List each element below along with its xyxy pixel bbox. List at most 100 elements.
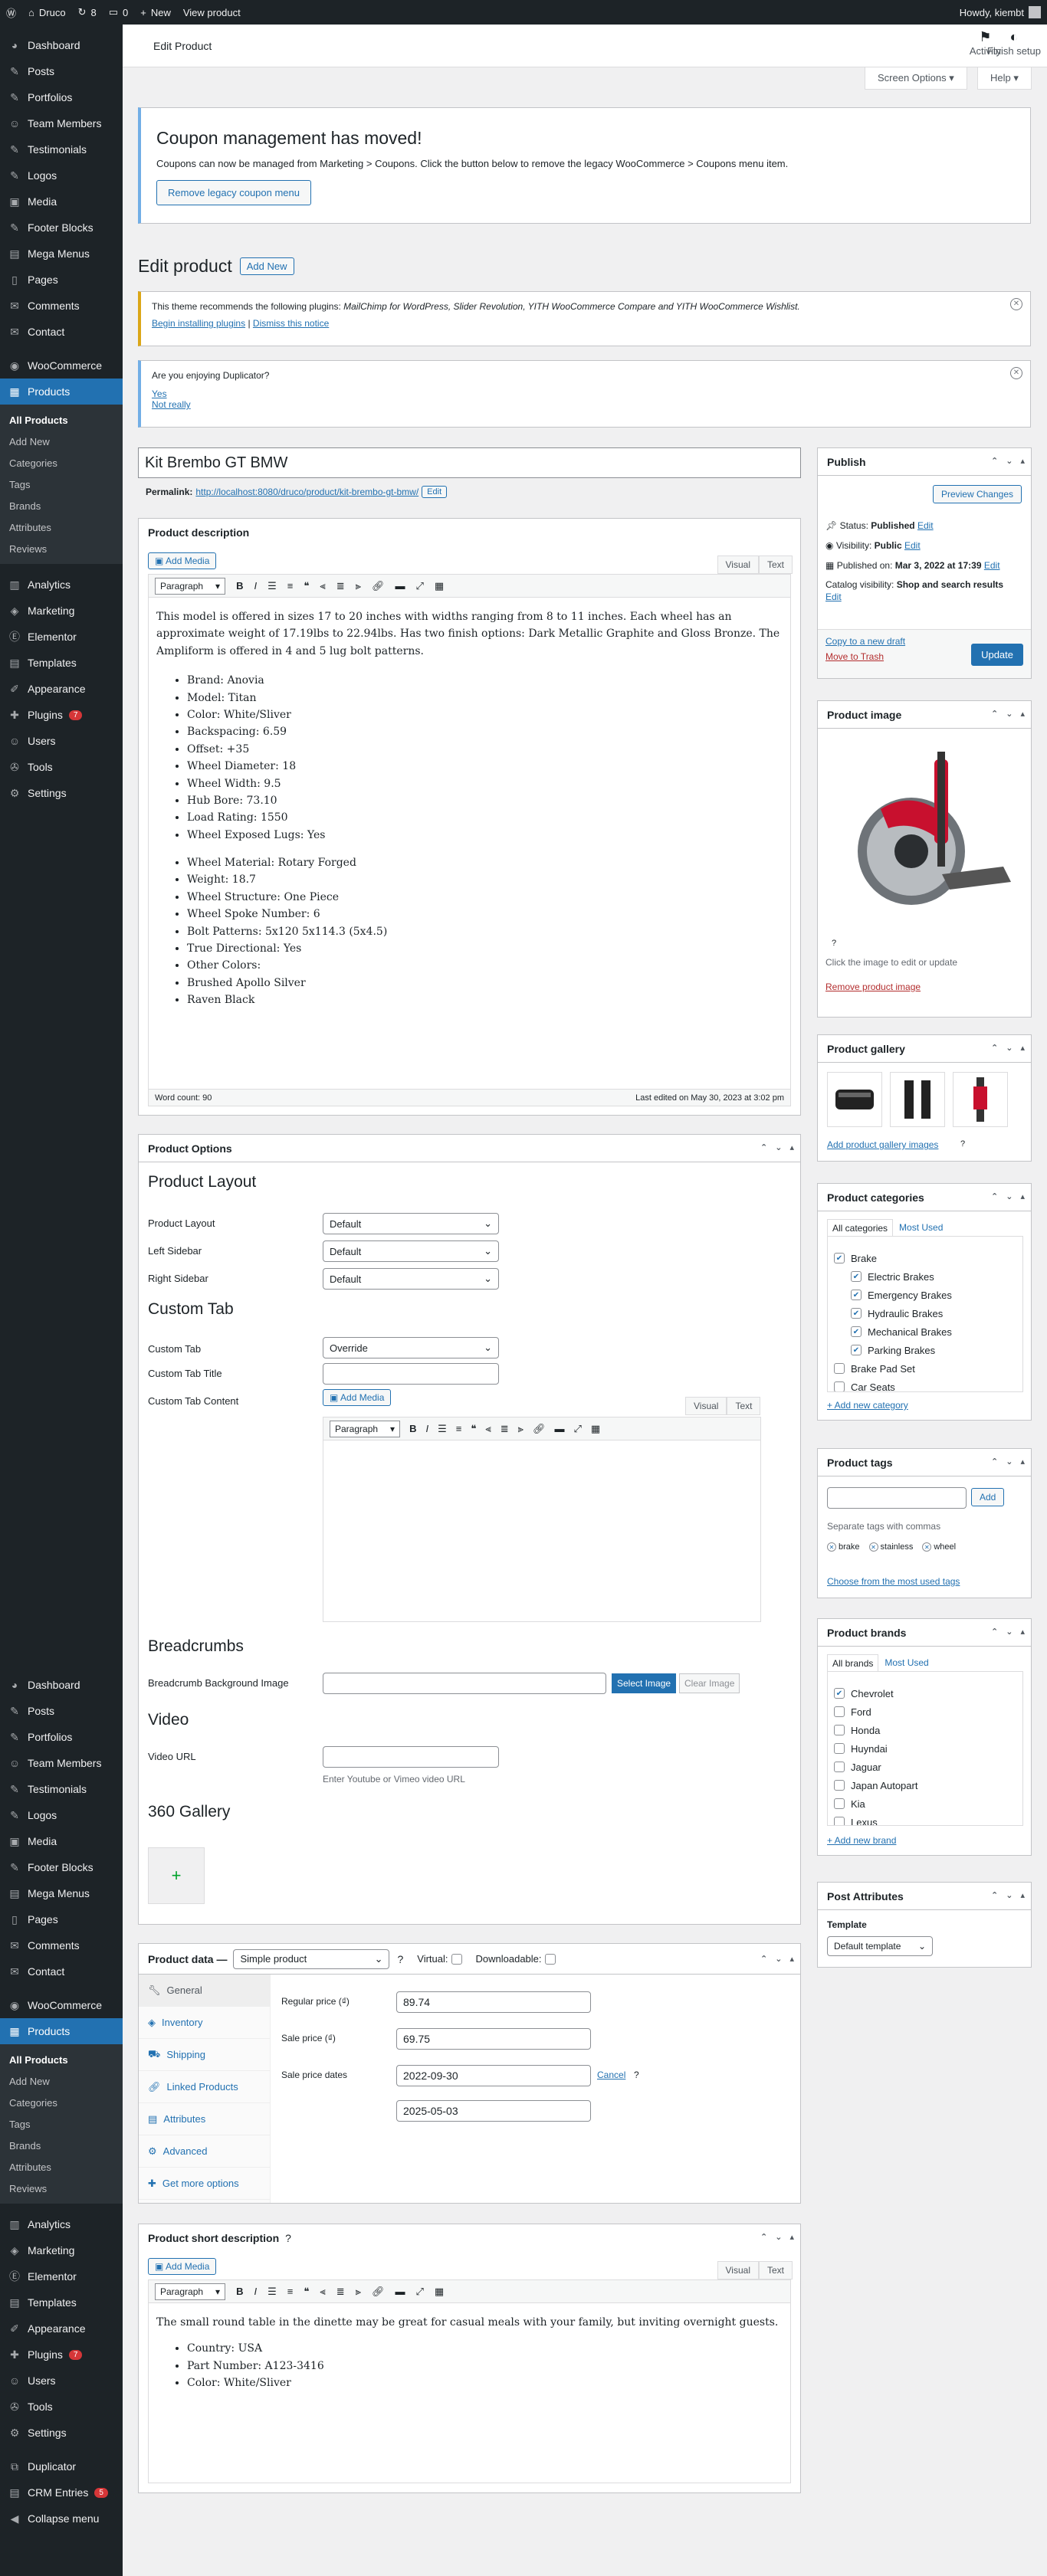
add-gallery-images-link[interactable]: Add product gallery images [827, 1139, 938, 1150]
menu-item-contact[interactable]: ✉ Contact [0, 319, 123, 345]
move-up-icon[interactable]: ⌃ [991, 1191, 998, 1201]
edit-catalog-link[interactable]: Edit [825, 592, 842, 602]
move-up-icon[interactable]: ⌃ [991, 456, 998, 466]
menu-item-templates[interactable]: ▤ Templates [0, 650, 123, 676]
submenu-item-reviews[interactable]: Reviews [0, 538, 123, 559]
read-more-icon[interactable]: ▬ [554, 1423, 564, 1434]
submenu-item-brands[interactable]: Brands [0, 2135, 123, 2156]
brand-checkbox[interactable]: ✔ [834, 1688, 845, 1699]
right-sidebar-select[interactable]: Default ⌄ [323, 1268, 499, 1290]
begin-installing-link[interactable]: Begin installing plugins [152, 318, 245, 329]
move-down-icon[interactable]: ⌄ [1006, 1191, 1013, 1201]
gallery-image[interactable] [953, 1072, 1008, 1127]
account-menu[interactable]: Howdy, kiembt [960, 6, 1041, 18]
submenu-item-all-products[interactable]: All Products [0, 2049, 123, 2070]
sale-from-input[interactable]: 2022-09-30 [396, 2065, 591, 2086]
brand-item[interactable]: Huyndai [834, 1739, 1016, 1758]
move-up-icon[interactable]: ⌃ [760, 1954, 767, 1964]
menu-item-contact[interactable]: ✉ Contact [0, 1958, 123, 1984]
menu-item-team-members[interactable]: ☺ Team Members [0, 1750, 123, 1776]
move-down-icon[interactable]: ⌄ [775, 1954, 782, 1964]
add-tag-button[interactable]: Add [971, 1488, 1005, 1506]
menu-item-team-members[interactable]: ☺ Team Members [0, 110, 123, 136]
permalink-edit-button[interactable]: Edit [422, 486, 448, 498]
number-list-icon[interactable]: ≡ [456, 1423, 462, 1434]
move-up-icon[interactable]: ⌃ [760, 1142, 767, 1152]
bold-icon[interactable]: B [409, 1423, 416, 1434]
menu-item-analytics[interactable]: ▥ Analytics [0, 572, 123, 598]
menu-item-mega-menus[interactable]: ▤ Mega Menus [0, 241, 123, 267]
brand-checkbox[interactable] [834, 1762, 845, 1772]
brand-item[interactable]: ✔ Chevrolet [834, 1684, 1016, 1703]
menu-item-tools[interactable]: ✇ Tools [0, 754, 123, 780]
gallery-image[interactable] [890, 1072, 945, 1127]
remove-tag-icon[interactable]: ✕ [827, 1542, 836, 1552]
updates-link[interactable]: ↻ 8 [78, 6, 97, 18]
virtual-checkbox[interactable] [451, 1953, 462, 1965]
menu-item-testimonials[interactable]: ✎ Testimonials [0, 1776, 123, 1802]
submenu-item-attributes[interactable]: Attributes [0, 2156, 123, 2178]
menu-item-templates[interactable]: ▤ Templates [0, 2289, 123, 2315]
align-left-icon[interactable]: ⫷ [320, 2286, 325, 2298]
submenu-item-brands[interactable]: Brands [0, 495, 123, 516]
move-up-icon[interactable]: ⌃ [991, 1043, 998, 1053]
remove-image-link[interactable]: Remove product image [825, 982, 921, 992]
site-name-link[interactable]: ⌂ Druco [28, 7, 66, 18]
menu-item-elementor[interactable]: Ⓔ Elementor [0, 2263, 123, 2289]
menu-item-woocommerce[interactable]: ◉ WooCommerce [0, 1992, 123, 2018]
link-icon[interactable]: 🔗︎ [372, 580, 385, 592]
comments-link[interactable]: ▭ 0 [109, 6, 129, 18]
category-checkbox[interactable]: ✔ [851, 1271, 862, 1282]
sale-price-input[interactable]: 69.75 [396, 2028, 591, 2050]
collapse-icon[interactable]: ▴ [789, 1142, 794, 1152]
help-button[interactable]: Help ▾ [977, 67, 1032, 90]
fullscreen-icon[interactable]: ⤢ [573, 1423, 581, 1435]
add-media-button[interactable]: ▣ Custom Tab ContentAdd Media [323, 1389, 392, 1406]
tab-get-more-options[interactable]: ✚ Get more options [139, 2168, 270, 2200]
remove-tag-icon[interactable]: ✕ [922, 1542, 932, 1552]
view-product-link[interactable]: View product [183, 7, 241, 18]
quote-icon[interactable]: ❝ [304, 580, 309, 592]
read-more-icon[interactable]: ▬ [395, 2286, 405, 2297]
tab-visual[interactable]: Visual [717, 556, 759, 574]
regular-price-input[interactable]: 89.74 [396, 1991, 591, 2013]
submenu-item-add-new[interactable]: Add New [0, 2070, 123, 2092]
italic-icon[interactable]: I [254, 580, 257, 592]
remove-coupon-menu-button[interactable]: Remove legacy coupon menu [156, 180, 311, 205]
product-layout-select[interactable]: Default ⌄ [323, 1213, 499, 1234]
not-really-link[interactable]: Not really [152, 399, 191, 410]
menu-item-products[interactable]: ▦ Products [0, 379, 123, 405]
move-up-icon[interactable]: ⌃ [760, 2232, 767, 2242]
category-item[interactable]: ✔ Parking Brakes [834, 1341, 1016, 1359]
tab-general[interactable]: 🔧︎ General [139, 1975, 270, 2007]
move-down-icon[interactable]: ⌄ [1006, 456, 1013, 466]
menu-item-comments[interactable]: ✉ Comments [0, 293, 123, 319]
gallery-image[interactable] [827, 1072, 882, 1127]
brand-item[interactable]: Ford [834, 1703, 1016, 1721]
tab-text[interactable]: Text [758, 556, 793, 574]
move-up-icon[interactable]: ⌃ [991, 1627, 998, 1637]
brand-item[interactable]: Kia [834, 1794, 1016, 1813]
number-list-icon[interactable]: ≡ [287, 580, 294, 592]
brand-item[interactable]: Honda [834, 1721, 1016, 1739]
custom-tab-select[interactable]: Override ⌄ [323, 1337, 499, 1358]
copy-draft-link[interactable]: Copy to a new draft [825, 636, 905, 647]
permalink-link[interactable]: http://localhost:8080/druco/product/kit-… [195, 487, 418, 497]
menu-item-mega-menus[interactable]: ▤ Mega Menus [0, 1880, 123, 1906]
menu-item-woocommerce[interactable]: ◉ WooCommerce [0, 352, 123, 379]
new-content-link[interactable]: + New [140, 7, 171, 18]
align-left-icon[interactable]: ⫷ [485, 1423, 491, 1435]
brand-item[interactable]: Jaguar [834, 1758, 1016, 1776]
align-right-icon[interactable]: ⫸ [356, 580, 361, 592]
link-icon[interactable]: 🔗︎ [533, 1423, 546, 1435]
cancel-schedule-link[interactable]: Cancel [597, 2070, 625, 2080]
tab-all-categories[interactable]: All categories [827, 1219, 894, 1237]
category-item[interactable]: Brake Pad Set [834, 1359, 1016, 1378]
menu-item-appearance[interactable]: ✐ Appearance [0, 2315, 123, 2342]
move-to-trash-link[interactable]: Move to Trash [825, 651, 884, 662]
menu-item-media[interactable]: ▣ Media [0, 1828, 123, 1854]
brand-checkbox[interactable] [834, 1743, 845, 1754]
edit-visibility-link[interactable]: Edit [904, 540, 921, 551]
fullscreen-icon[interactable]: ⤢ [415, 580, 423, 592]
submenu-item-add-new[interactable]: Add New [0, 431, 123, 452]
